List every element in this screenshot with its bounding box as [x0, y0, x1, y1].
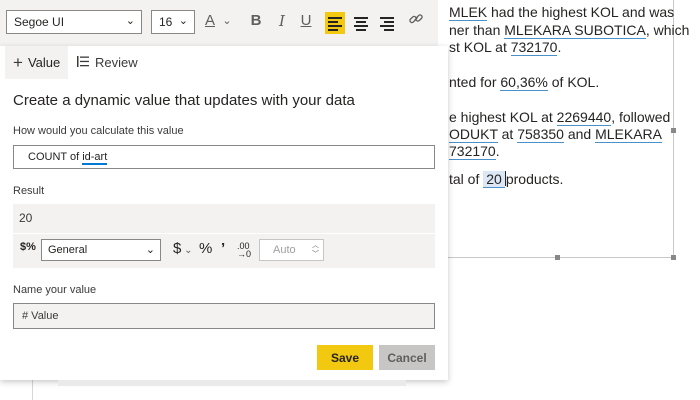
result-panel: 20 $% General ⌄ $ ⌄ % ’ .00 →0 Auto ︿ ﹀ — [13, 204, 435, 268]
font-color-icon[interactable]: A — [203, 12, 217, 34]
align-left-icon[interactable] — [325, 12, 345, 34]
save-button[interactable]: Save — [317, 345, 373, 370]
dynamic-value[interactable]: ODUKT — [449, 126, 498, 143]
narrative-line: st KOL at 732170. — [449, 39, 562, 56]
name-label: Name your value — [13, 284, 97, 296]
decimal-places-input[interactable]: Auto ︿ ﹀ — [259, 239, 324, 261]
divider — [13, 233, 435, 234]
dynamic-value[interactable]: 60,36% — [500, 74, 548, 91]
narrative-line: ner than MLEKARA SUBOTICA, which — [449, 22, 690, 39]
report-canvas: MLEK had the highest KOL and was ner tha… — [0, 0, 700, 400]
comma-icon[interactable]: ’ — [221, 240, 225, 257]
pane-divider — [32, 380, 33, 400]
decimal-places-icon[interactable]: .00 →0 — [237, 242, 251, 259]
dynamic-value[interactable]: MLEKARA SUBOTICA — [504, 22, 646, 39]
calculation-input[interactable]: COUNT of id-art — [13, 145, 435, 169]
tab-label: Review — [95, 55, 138, 70]
dialog-heading: Create a dynamic value that updates with… — [13, 92, 355, 109]
narrative-line: ODUKT at 758350 and MLEKARA — [449, 126, 662, 143]
dynamic-value[interactable]: MLEK — [449, 4, 488, 21]
resize-handle-bottom[interactable] — [555, 255, 560, 260]
field-token[interactable]: id-art — [82, 151, 108, 165]
format-value: General — [48, 244, 88, 256]
narrative-line: MLEK had the highest KOL and was — [449, 4, 675, 21]
dynamic-value[interactable]: 732170 — [510, 39, 558, 56]
underline-icon[interactable]: U — [299, 12, 313, 34]
font-family-select[interactable]: Segoe UI ⌄ — [6, 10, 142, 34]
percent-icon[interactable]: % — [199, 240, 212, 257]
value-name-input[interactable]: # Value — [13, 303, 435, 329]
currency-icon[interactable]: $ ⌄ — [173, 240, 193, 257]
dynamic-value-dialog: + Value Review Create a dynamic value th… — [0, 46, 448, 380]
narrative-line: tal of 20 products. — [449, 171, 564, 188]
canvas-scrollbar[interactable] — [58, 380, 406, 386]
chevron-down-icon: ⌄ — [178, 15, 188, 27]
dynamic-value[interactable]: 758350 — [517, 126, 564, 143]
italic-icon[interactable]: I — [276, 12, 288, 34]
align-center-icon[interactable] — [354, 17, 368, 33]
narrative-line: nted for 60,36% of KOL. — [449, 74, 600, 91]
cancel-button[interactable]: Cancel — [379, 345, 435, 370]
resize-handle-right[interactable] — [671, 128, 676, 133]
result-value: 20 — [19, 211, 33, 225]
chevron-down-icon[interactable]: ⌄ — [222, 14, 232, 36]
format-select[interactable]: General ⌄ — [41, 239, 161, 261]
tab-label: Value — [27, 55, 61, 70]
dynamic-value[interactable]: MLEKARA — [595, 126, 662, 143]
chevron-down-icon: ⌄ — [125, 15, 135, 27]
dynamic-value[interactable]: 2269440 — [556, 109, 612, 126]
text-format-toolbar: Segoe UI ⌄ 16 ⌄ A ⌄ B I U — [0, 0, 438, 46]
resize-handle-corner[interactable] — [671, 255, 676, 260]
align-right-icon[interactable] — [380, 17, 394, 33]
number-format-icon: $% — [20, 241, 36, 253]
bold-icon[interactable]: B — [249, 12, 263, 34]
chevron-down-icon: ⌄ — [145, 244, 155, 256]
font-size-value: 16 — [159, 15, 173, 29]
narrative-line: e highest KOL at 2269440, followed — [449, 109, 671, 126]
narrative-line: 732170. — [449, 143, 500, 160]
font-family-value: Segoe UI — [14, 15, 65, 29]
dynamic-value[interactable]: 732170 — [449, 143, 496, 160]
selected-dynamic-value[interactable]: 20 — [483, 171, 505, 188]
link-icon[interactable] — [407, 11, 425, 33]
plus-icon: + — [13, 52, 23, 72]
tab-value[interactable]: + Value — [5, 46, 68, 79]
tab-review[interactable]: Review — [73, 46, 138, 79]
spinner-arrows-icon[interactable]: ︿ ﹀ — [312, 241, 319, 259]
font-size-select[interactable]: 16 ⌄ — [151, 10, 195, 34]
calc-label: How would you calculate this value — [13, 125, 184, 137]
list-icon — [77, 55, 89, 70]
result-label: Result — [13, 185, 45, 197]
